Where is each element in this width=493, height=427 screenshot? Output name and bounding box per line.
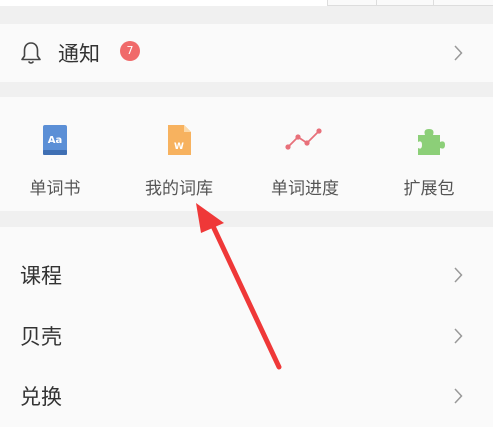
svg-text:Aa: Aa <box>48 135 63 146</box>
notifications-row[interactable]: 通知 7 <box>0 24 493 82</box>
tool-label: 单词书 <box>29 179 81 199</box>
chevron-right-icon <box>454 267 463 283</box>
puzzle-icon <box>418 129 445 155</box>
chevron-right-icon <box>454 328 463 344</box>
menu-item-shells[interactable]: 贝壳 <box>0 306 493 366</box>
tool-my-vocabulary[interactable]: W 我的词库 <box>119 97 239 211</box>
menu-item-courses[interactable]: 课程 <box>0 245 493 305</box>
menu-item-redeem[interactable]: 兑换 <box>0 366 493 426</box>
tool-label: 扩展包 <box>403 179 455 199</box>
tool-word-books[interactable]: Aa 单词书 <box>0 97 115 211</box>
tool-word-progress[interactable]: 单词进度 <box>245 97 365 211</box>
top-segmented-tabs[interactable] <box>327 0 493 6</box>
notification-count-badge: 7 <box>120 41 140 61</box>
notifications-label: 通知 <box>58 42 100 66</box>
line-chart-icon <box>285 128 322 150</box>
chevron-right-icon <box>454 45 463 61</box>
book-icon: Aa <box>43 125 67 155</box>
menu-list: 课程 贝壳 兑换 <box>0 227 493 427</box>
tool-extension-packs[interactable]: 扩展包 <box>369 97 489 211</box>
top-strip <box>0 0 493 6</box>
tool-label: 单词进度 <box>271 179 339 199</box>
chevron-right-icon <box>454 388 463 404</box>
menu-item-label: 兑换 <box>20 385 62 409</box>
menu-item-label: 贝壳 <box>20 325 62 349</box>
tool-label: 我的词库 <box>145 179 213 199</box>
word-file-icon: W <box>168 125 191 155</box>
svg-text:W: W <box>174 142 184 152</box>
tools-grid: Aa 单词书 W 我的词库 单词进度 扩展包 <box>0 97 493 211</box>
bell-icon <box>21 42 41 64</box>
menu-item-label: 课程 <box>20 264 62 288</box>
